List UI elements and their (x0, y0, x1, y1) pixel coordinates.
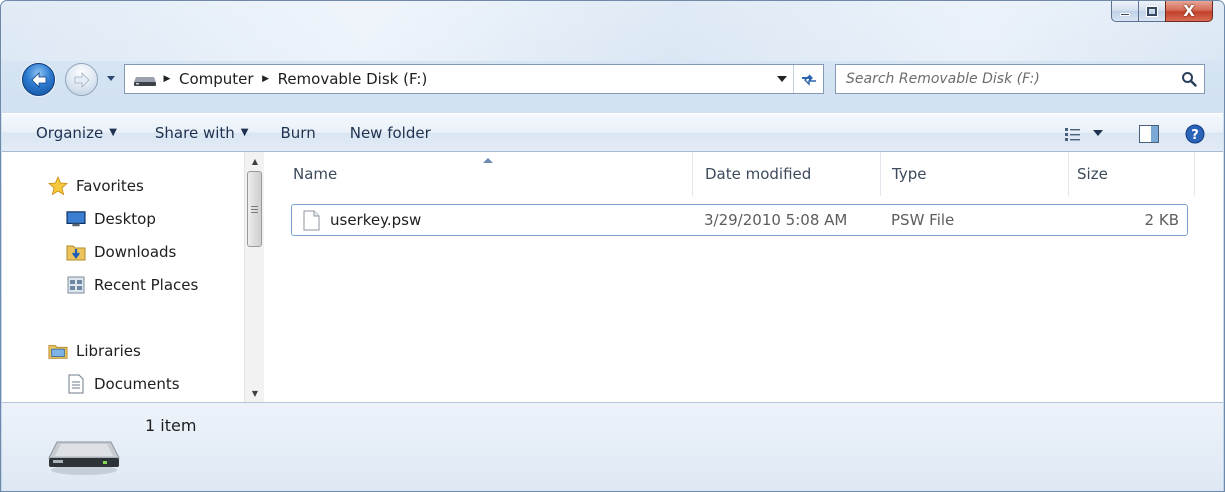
desktop-icon (66, 209, 86, 229)
search-icon (1182, 72, 1197, 87)
column-name-label: Name (293, 165, 338, 183)
libraries-icon (48, 341, 68, 361)
back-button[interactable] (22, 63, 55, 96)
forward-button[interactable] (65, 63, 98, 96)
chevron-down-icon: ▼ (240, 127, 249, 138)
file-date-modified: 3/29/2010 5:08 AM (704, 211, 848, 229)
column-type-label: Type (892, 165, 927, 183)
preview-pane-icon (1139, 124, 1159, 143)
grip-icon (251, 205, 258, 213)
column-header-size[interactable]: Size (1069, 152, 1194, 196)
command-bar: Organize ▼ Share with ▼ Burn New folder (2, 113, 1223, 152)
command-bar-right: ? (1057, 114, 1223, 153)
nav-libraries[interactable]: Libraries (48, 341, 141, 361)
item-count: 1 item (145, 416, 197, 435)
help-icon: ? (1185, 124, 1205, 143)
nav-downloads-label: Downloads (94, 243, 177, 261)
change-view-button[interactable] (1057, 114, 1093, 153)
burn-label: Burn (280, 123, 316, 142)
minimize-icon (1120, 12, 1130, 16)
chevron-down-icon: ▼ (109, 127, 117, 138)
search-input[interactable] (836, 66, 1174, 92)
scrollbar-thumb[interactable] (247, 171, 262, 247)
navigation-pane: Favorites Desktop Downloads Recent Place… (2, 152, 244, 402)
nav-desktop-label: Desktop (94, 210, 156, 228)
new-folder-button[interactable]: New folder (338, 124, 443, 142)
file-list: Name Date modified Type Size userkey.psw (265, 152, 1223, 402)
nav-documents[interactable]: Documents (66, 374, 180, 394)
refresh-button[interactable] (793, 65, 823, 93)
share-with-label: Share with (154, 123, 235, 142)
file-size: 2 KB (1144, 211, 1179, 229)
nav-favorites-label: Favorites (76, 177, 144, 195)
nav-desktop[interactable]: Desktop (66, 209, 156, 229)
file-icon (303, 210, 320, 231)
nav-recent-places-label: Recent Places (94, 276, 199, 294)
maximize-icon (1147, 6, 1157, 16)
breadcrumb-separator-icon[interactable]: ▶ (159, 74, 175, 84)
nav-favorites[interactable]: Favorites (48, 176, 144, 196)
downloads-folder-icon (66, 242, 86, 262)
file-type: PSW File (891, 211, 955, 229)
removable-disk-icon (48, 441, 120, 475)
column-size-label: Size (1077, 165, 1108, 183)
chevron-down-icon (1093, 130, 1103, 136)
documents-icon (66, 374, 86, 394)
burn-button[interactable]: Burn (269, 124, 328, 142)
forward-arrow-icon (74, 71, 90, 88)
column-divider[interactable] (1194, 152, 1195, 196)
column-date-label: Date modified (705, 165, 812, 183)
minimize-button[interactable] (1111, 1, 1138, 22)
breadcrumb-removable-disk[interactable]: Removable Disk (F:) (274, 70, 432, 88)
chevron-down-icon (107, 76, 115, 81)
close-icon: X (1183, 2, 1195, 20)
chevron-down-icon (777, 75, 787, 82)
organize-label: Organize (36, 123, 104, 142)
share-with-menu-button[interactable]: Share with ▼ (143, 124, 261, 142)
column-header-name[interactable]: Name (265, 152, 692, 196)
file-name: userkey.psw (330, 211, 422, 229)
change-view-icon (1065, 127, 1080, 141)
refresh-icon (801, 74, 816, 86)
breadcrumb-computer[interactable]: Computer (175, 70, 258, 88)
scroll-up-icon[interactable]: ▲ (245, 152, 265, 170)
svg-text:?: ? (1191, 128, 1199, 143)
nav-libraries-label: Libraries (76, 342, 141, 360)
details-pane: 1 item (2, 402, 1223, 491)
nav-recent-places[interactable]: Recent Places (66, 275, 198, 295)
scroll-down-icon[interactable]: ▼ (245, 384, 265, 402)
nav-downloads[interactable]: Downloads (66, 242, 176, 262)
recent-places-icon (66, 275, 86, 295)
recent-pages-button[interactable] (104, 71, 118, 87)
organize-menu-button[interactable]: Organize ▼ (24, 124, 129, 142)
star-icon (48, 176, 68, 196)
breadcrumb-separator-icon[interactable]: ▶ (258, 74, 274, 84)
search-box[interactable] (835, 64, 1205, 94)
address-bar[interactable]: ▶ Computer ▶ Removable Disk (F:) (124, 64, 824, 94)
search-button[interactable] (1174, 65, 1204, 93)
navigation-pane-scrollbar[interactable]: ▲ ▼ (244, 152, 264, 402)
address-history-dropdown[interactable] (771, 65, 793, 93)
back-arrow-icon (30, 71, 46, 88)
file-row[interactable]: userkey.psw 3/29/2010 5:08 AM PSW File 2… (291, 204, 1188, 236)
change-view-dropdown[interactable] (1093, 114, 1121, 153)
content-area: Favorites Desktop Downloads Recent Place… (2, 152, 1223, 402)
nav-documents-label: Documents (94, 375, 180, 393)
close-button[interactable]: X (1165, 1, 1213, 22)
preview-pane-button[interactable] (1121, 114, 1177, 153)
explorer-window: X ▶ Computer ▶ Removable Disk (F:) Searc… (0, 0, 1225, 492)
maximize-button[interactable] (1138, 1, 1165, 22)
help-button[interactable]: ? (1177, 114, 1223, 153)
new-folder-label: New folder (349, 123, 431, 142)
column-header-date-modified[interactable]: Date modified (693, 152, 880, 196)
column-header-type[interactable]: Type (881, 152, 1068, 196)
removable-disk-small-icon (131, 65, 159, 93)
window-caption-buttons: X (1111, 1, 1213, 23)
